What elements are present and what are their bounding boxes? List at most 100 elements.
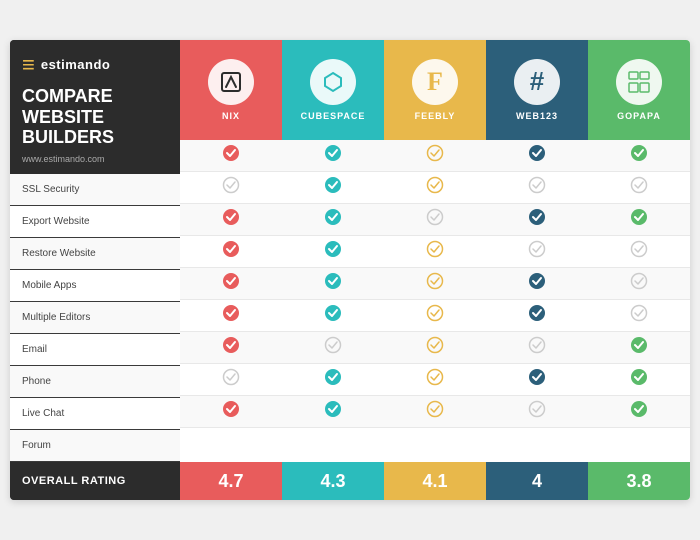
feature-label-row: Live Chat: [10, 398, 180, 430]
cell-web123-0: [486, 140, 588, 171]
table-row: [180, 364, 690, 396]
rating-cell-gopapa: 3.8: [588, 462, 690, 500]
cell-cubespace-5: [282, 300, 384, 331]
table-row: [180, 332, 690, 364]
cell-feebly-7: [384, 364, 486, 395]
cell-web123-7: [486, 364, 588, 395]
feature-label-row: Mobile Apps: [10, 270, 180, 302]
brand-col-web123: # WEB123: [486, 40, 588, 140]
feature-label-row: Forum: [10, 430, 180, 462]
table-row: [180, 396, 690, 428]
feature-label: Multiple Editors: [22, 312, 90, 323]
cell-web123-8: [486, 396, 588, 427]
check-icon-filled-green: [630, 208, 648, 231]
brand-name-web123: WEB123: [516, 111, 558, 121]
table-row: [180, 268, 690, 300]
check-icon-filled-teal: [324, 368, 342, 391]
cell-gopapa-8: [588, 396, 690, 427]
rating-cell-nix: 4.7: [180, 462, 282, 500]
brand-icon-gopapa: [616, 59, 662, 105]
feature-label: Restore Website: [22, 248, 96, 259]
check-icon-outline-gray: [222, 176, 240, 199]
cell-nix-6: [180, 332, 282, 363]
check-icon-outline-gray: [222, 368, 240, 391]
check-icon-filled-green: [630, 400, 648, 423]
table-row: [180, 204, 690, 236]
cell-feebly-2: [384, 204, 486, 235]
cell-gopapa-2: [588, 204, 690, 235]
feature-label-row: Restore Website: [10, 238, 180, 270]
feature-label-row: SSL Security: [10, 174, 180, 206]
check-icon-outline-yellow: [426, 368, 444, 391]
cell-feebly-3: [384, 236, 486, 267]
cell-cubespace-1: [282, 172, 384, 203]
rating-value-web123: 4: [532, 471, 542, 492]
feature-label-row: Email: [10, 334, 180, 366]
check-icon-outline-yellow: [426, 240, 444, 263]
feature-label: Email: [22, 344, 47, 355]
rating-value-gopapa: 3.8: [626, 471, 651, 492]
feature-label: Mobile Apps: [22, 280, 76, 291]
check-icon-outline-gray: [528, 336, 546, 359]
cell-nix-7: [180, 364, 282, 395]
check-icon-outline-gray: [630, 240, 648, 263]
sidebar-url: www.estimando.com: [22, 154, 168, 164]
check-icon-filled-teal: [324, 400, 342, 423]
cell-feebly-8: [384, 396, 486, 427]
check-icon-outline-gray: [528, 400, 546, 423]
check-icon-filled-red: [222, 144, 240, 167]
cell-feebly-6: [384, 332, 486, 363]
feature-list: SSL Security Export Website Restore Websit…: [10, 174, 180, 462]
check-icon-outline-gray: [324, 336, 342, 359]
content-area: NIXCUBESPACEFFEEBLY#WEB123GOPAPA: [180, 40, 690, 500]
brand-icon-web123: #: [514, 59, 560, 105]
rating-cell-web123: 4: [486, 462, 588, 500]
feature-label: Export Website: [22, 216, 90, 227]
cell-feebly-0: [384, 140, 486, 171]
check-icon-filled-dark: [528, 368, 546, 391]
check-icon-filled-red: [222, 336, 240, 359]
check-icon-filled-teal: [324, 176, 342, 199]
cell-gopapa-0: [588, 140, 690, 171]
cell-cubespace-6: [282, 332, 384, 363]
cell-cubespace-8: [282, 396, 384, 427]
cell-cubespace-4: [282, 268, 384, 299]
check-icon-outline-yellow: [426, 336, 444, 359]
comparison-card: ≡ estimando Compare Website Builders www…: [10, 40, 690, 500]
table-row: [180, 172, 690, 204]
brand-icon-cubespace: [310, 59, 356, 105]
rating-cell-feebly: 4.1: [384, 462, 486, 500]
cell-gopapa-3: [588, 236, 690, 267]
table-row: [180, 140, 690, 172]
check-icon-outline-gray: [630, 304, 648, 327]
check-icon-outline-gray: [426, 208, 444, 231]
rating-row: 4.74.34.1 4 3.8: [180, 462, 690, 500]
cell-cubespace-3: [282, 236, 384, 267]
check-icon-outline-gray: [528, 176, 546, 199]
check-icon-filled-green: [630, 368, 648, 391]
cell-gopapa-7: [588, 364, 690, 395]
brand-icon-feebly: F: [412, 59, 458, 105]
cell-feebly-1: [384, 172, 486, 203]
feature-label-row: Multiple Editors: [10, 302, 180, 334]
cell-nix-0: [180, 140, 282, 171]
check-icon-filled-dark: [528, 304, 546, 327]
rating-cell-cubespace: 4.3: [282, 462, 384, 500]
data-rows: [180, 140, 690, 462]
brand-col-cubespace: CUBESPACE: [282, 40, 384, 140]
table-row: [180, 236, 690, 268]
cell-gopapa-1: [588, 172, 690, 203]
check-icon-outline-yellow: [426, 176, 444, 199]
logo-icon: ≡: [22, 54, 35, 76]
brand-name-gopapa: GOPAPA: [617, 111, 661, 121]
check-icon-filled-dark: [528, 272, 546, 295]
logo-text: estimando: [41, 57, 111, 72]
cell-nix-3: [180, 236, 282, 267]
check-icon-filled-dark: [528, 208, 546, 231]
check-icon-filled-teal: [324, 272, 342, 295]
check-icon-outline-gray: [630, 272, 648, 295]
cell-web123-5: [486, 300, 588, 331]
cell-feebly-4: [384, 268, 486, 299]
brand-name-cubespace: CUBESPACE: [301, 111, 366, 121]
check-icon-filled-teal: [324, 144, 342, 167]
